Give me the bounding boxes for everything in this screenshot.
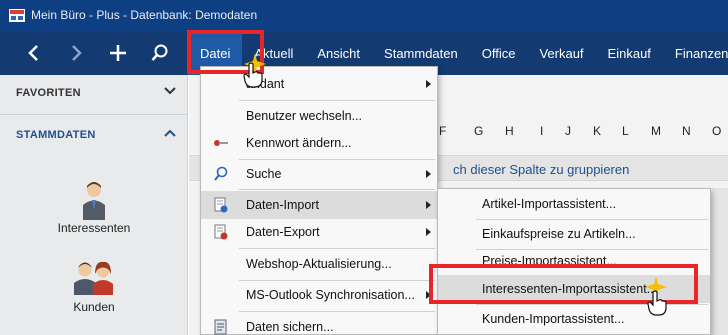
menu-item-label: Kennwort ändern... <box>246 136 352 150</box>
menu-item-label: Daten-Import <box>246 198 319 212</box>
menu-separator <box>239 189 435 190</box>
submenu-item-artikel-importassistent[interactable]: Artikel-Importassistent... <box>438 190 710 218</box>
forward-button[interactable] <box>61 39 91 67</box>
sidebar-item-label: Kunden <box>73 300 115 314</box>
app-logo-icon <box>9 9 25 22</box>
grid-edge <box>711 188 728 335</box>
search-button[interactable] <box>145 39 175 67</box>
export-icon <box>214 224 228 240</box>
alphabet-letter[interactable]: O <box>712 124 721 138</box>
submenu-item-preise-importassistent[interactable]: Preise-Importassistent... <box>438 247 710 275</box>
menu-item-webshop-aktualisierung[interactable]: Webshop-Aktualisierung... <box>201 250 437 278</box>
submenu-arrow-icon <box>426 291 431 299</box>
alphabet-letter[interactable]: I <box>540 124 543 138</box>
back-button[interactable] <box>19 39 49 67</box>
datei-menu: andant Benutzer wechseln... Kennwort änd… <box>200 66 438 335</box>
group-by-hint-text: ch dieser Spalte zu gruppieren <box>453 162 630 177</box>
menu-item-daten-import[interactable]: Daten-Import <box>201 191 437 219</box>
menu-office[interactable]: Office <box>470 31 528 75</box>
menu-item-label: Benutzer wechseln... <box>246 109 363 123</box>
submenu-item-interessenten-importassistent[interactable]: Interessenten-Importassistent... <box>438 275 710 303</box>
sidebar-section-stammdaten[interactable]: STAMMDATEN <box>0 117 188 153</box>
sidebar-divider <box>0 114 188 115</box>
alphabet-letter[interactable]: H <box>505 124 514 138</box>
chevron-left-icon <box>28 45 38 61</box>
alphabet-letter[interactable]: F <box>439 124 446 138</box>
menu-item-label: Daten-Export <box>246 225 320 239</box>
menu-separator <box>239 100 435 101</box>
alphabet-letter[interactable]: M <box>651 124 661 138</box>
sidebar-section-favoriten[interactable]: FAVORITEN <box>0 75 188 111</box>
sidebar-section-label: FAVORITEN <box>16 87 81 99</box>
menu-item-label: MS-Outlook Synchronisation... <box>246 288 415 302</box>
menu-item-label: Daten sichern... <box>246 320 334 334</box>
alphabet-letter[interactable]: J <box>565 124 571 138</box>
menu-verkauf[interactable]: Verkauf <box>527 31 595 75</box>
menu-item-label: Interessenten-Importassistent... <box>482 282 658 296</box>
plus-icon <box>110 45 126 61</box>
menu-item-label: Einkaufspreise zu Artikeln... <box>482 227 636 241</box>
daten-import-submenu: Artikel-Importassistent... Einkaufspreis… <box>437 188 711 335</box>
menu-einkauf[interactable]: Einkauf <box>596 31 663 75</box>
add-button[interactable] <box>103 39 133 67</box>
import-icon <box>214 197 228 213</box>
backup-icon <box>214 319 227 335</box>
menu-item-suche[interactable]: Suche <box>201 160 437 188</box>
menu-item-label: Preise-Importassistent... <box>482 254 617 268</box>
submenu-arrow-icon <box>426 201 431 209</box>
chevron-down-icon <box>164 87 176 95</box>
menu-item-label: Artikel-Importassistent... <box>482 197 617 211</box>
sidebar-section-label: STAMMDATEN <box>16 129 96 141</box>
submenu-arrow-icon <box>426 170 431 178</box>
sidebar-item-label: Interessenten <box>57 221 131 235</box>
menu-finanzen[interactable]: Finanzen <box>663 31 728 75</box>
sidebar: FAVORITEN STAMMDATEN Interessenten Kunde… <box>0 75 188 335</box>
submenu-arrow-icon <box>426 228 431 236</box>
chevron-right-icon <box>72 45 82 61</box>
submenu-item-kunden-importassistent[interactable]: Kunden-Importassistent... <box>438 305 710 333</box>
alphabet-letter[interactable]: K <box>593 124 601 138</box>
alphabet-letter[interactable]: G <box>474 124 483 138</box>
submenu-item-einkaufspreise[interactable]: Einkaufspreise zu Artikeln... <box>438 220 710 248</box>
sidebar-item-kunden[interactable]: Kunden <box>0 261 188 314</box>
person-icon <box>83 182 105 220</box>
sidebar-item-interessenten[interactable]: Interessenten <box>0 180 188 235</box>
title-bar: Mein Büro - Plus - Datenbank: Demodaten <box>0 0 728 31</box>
chevron-up-icon <box>164 129 176 137</box>
window-title: Mein Büro - Plus - Datenbank: Demodaten <box>31 8 258 22</box>
menu-item-mandant[interactable]: andant <box>201 70 437 98</box>
menu-item-label: Kunden-Importassistent... <box>482 312 625 326</box>
menu-item-benutzer-wechseln[interactable]: Benutzer wechseln... <box>201 102 437 130</box>
menu-item-label: andant <box>246 77 285 91</box>
menu-item-daten-export[interactable]: Daten-Export <box>201 218 437 246</box>
menu-item-ms-outlook-synchronisation[interactable]: MS-Outlook Synchronisation... <box>201 281 437 309</box>
submenu-arrow-icon <box>426 80 431 88</box>
key-icon <box>214 140 228 146</box>
menu-separator <box>239 311 435 312</box>
menu-item-label: Suche <box>246 167 282 181</box>
alphabet-letter[interactable]: N <box>682 124 691 138</box>
search-icon <box>214 166 228 181</box>
menu-item-kennwort-aendern[interactable]: Kennwort ändern... <box>201 129 437 157</box>
alphabet-letter[interactable]: L <box>622 124 629 138</box>
people-icon <box>74 261 113 295</box>
menu-item-label: Webshop-Aktualisierung... <box>246 257 392 271</box>
menu-separator <box>239 248 435 249</box>
menu-item-daten-sichern[interactable]: Daten sichern... <box>201 313 437 335</box>
search-icon <box>151 44 168 61</box>
